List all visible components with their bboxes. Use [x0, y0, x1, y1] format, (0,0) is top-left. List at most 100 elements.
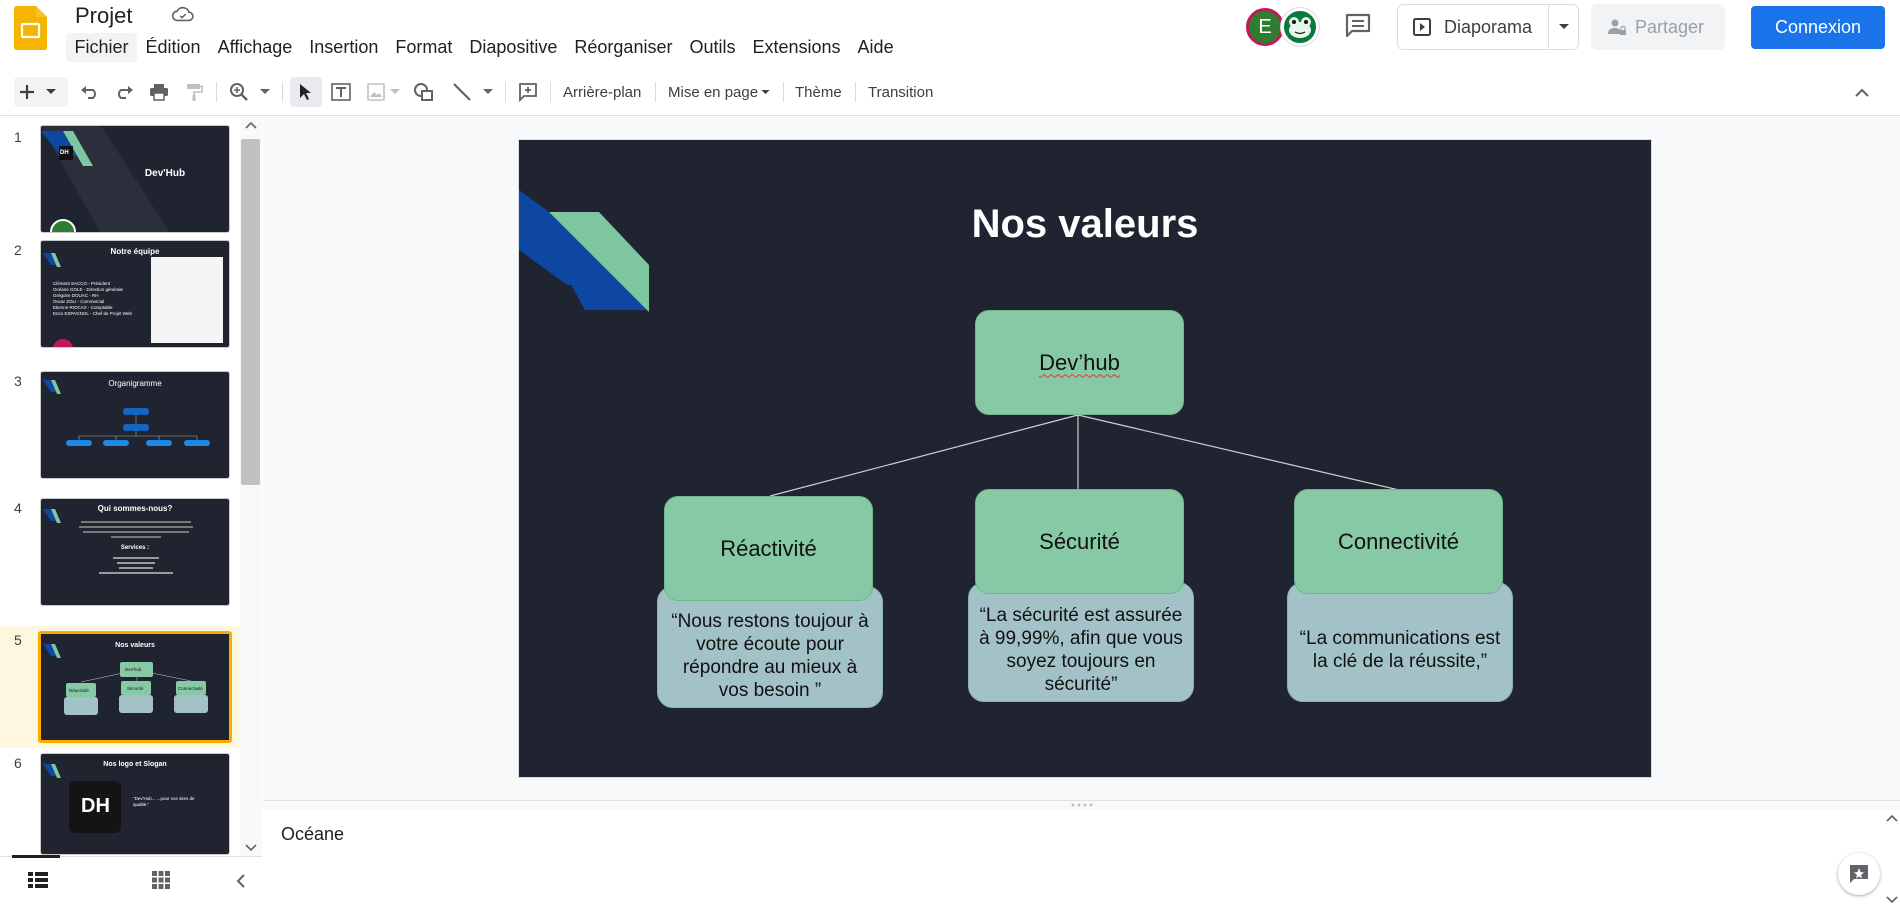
list-view-indicator — [12, 855, 60, 858]
menu-slide[interactable]: Diapositive — [461, 33, 566, 62]
list-view-icon[interactable] — [28, 872, 48, 893]
thumbnail-title: Dev'Hub — [144, 168, 186, 179]
menu-help[interactable]: Aide — [849, 33, 902, 62]
line-dropdown-icon[interactable] — [480, 77, 496, 107]
present-button-group: Diaporama — [1397, 4, 1579, 50]
slide-thumbnail-4[interactable]: 4 Qui sommes-nous? Services : — [0, 498, 240, 612]
present-button[interactable]: Diaporama — [1398, 5, 1548, 49]
thumbnail-logo: DH — [81, 795, 110, 817]
value-quote-security[interactable]: “La sécurité est assurée à 99,99%, afin … — [968, 582, 1194, 702]
chevron-down-icon — [761, 89, 770, 94]
background-button[interactable]: Arrière-plan — [557, 77, 647, 107]
scroll-down-icon — [245, 844, 257, 852]
node-label: Réactivité — [720, 535, 817, 561]
undo-icon[interactable] — [77, 77, 103, 107]
thumbnail-node: Connectivité — [178, 686, 203, 691]
toolbar: Arrière-plan Mise en page Thème Transiti… — [0, 68, 1900, 116]
filmstrip-scroll-thumb[interactable] — [241, 139, 260, 485]
person-lock-icon — [1607, 17, 1627, 37]
node-label: Dev’hub — [1039, 349, 1120, 375]
value-node-reactivity[interactable]: Réactivité — [664, 496, 873, 601]
thumbnail-preview: Organigramme — [40, 371, 230, 479]
slides-logo-icon[interactable] — [14, 6, 47, 50]
slide-thumbnail-5[interactable]: 5 Nos valeurs Dev'hub Réactivité Sécurit… — [0, 626, 240, 748]
thumbnail-node: Réactivité — [69, 688, 89, 693]
paint-format-icon[interactable] — [181, 77, 207, 107]
drag-handle-icon — [1071, 803, 1093, 807]
speaker-notes[interactable]: Océane — [263, 810, 1900, 909]
toolbar-divider — [550, 82, 551, 102]
explore-button[interactable] — [1838, 853, 1880, 895]
avatar-frog[interactable] — [1281, 8, 1319, 46]
thumbnail-node: Dev'hub — [125, 667, 142, 672]
zoom-dropdown-icon[interactable] — [256, 77, 274, 107]
transition-button[interactable]: Transition — [862, 77, 939, 107]
thumbnail-subtitle: Services : — [120, 545, 150, 551]
thumbnail-node: Sécurité — [127, 686, 144, 691]
menu-file[interactable]: Fichier — [66, 33, 138, 62]
node-label: Sécurité — [1039, 528, 1120, 554]
menu-view[interactable]: Affichage — [209, 33, 301, 62]
collapse-toolbar-icon[interactable] — [1850, 77, 1874, 107]
add-comment-icon[interactable] — [514, 77, 542, 107]
image-dropdown-icon[interactable] — [387, 77, 403, 107]
slide-title[interactable]: Nos valeurs — [519, 202, 1651, 247]
value-node-root[interactable]: Dev’hub — [975, 310, 1184, 415]
document-title[interactable]: Projet — [75, 3, 132, 29]
select-tool-icon[interactable] — [290, 77, 322, 107]
redo-icon[interactable] — [111, 77, 137, 107]
theme-button[interactable]: Thème — [789, 77, 848, 107]
menu-tools[interactable]: Outils — [681, 33, 744, 62]
value-node-connectivity[interactable]: Connectivité — [1294, 489, 1503, 594]
chevron-down-icon — [40, 89, 62, 95]
notes-resize-handle[interactable] — [263, 800, 1900, 810]
thumbnail-preview: Nos logo et Slogan DH "Dev'Hub... ...pou… — [40, 753, 230, 855]
text-box-icon[interactable] — [327, 77, 355, 107]
grid-view-icon[interactable] — [152, 871, 170, 894]
present-label: Diaporama — [1444, 16, 1533, 37]
slide-number: 5 — [14, 632, 22, 648]
speaker-notes-text[interactable]: Océane — [281, 824, 344, 845]
thumbnail-preview: Notre équipe Clément SACCO - Président O… — [40, 240, 230, 348]
filmstrip: 1 DH Dev'Hub 2 Notre équipe Clément SACC… — [0, 117, 262, 910]
image-icon[interactable] — [362, 77, 390, 107]
scroll-up-icon — [245, 121, 257, 129]
thumbnail-line: Enzo ESPAGNOL - Chef de Projet Web — [53, 311, 132, 316]
new-slide-button[interactable] — [14, 77, 68, 107]
toolbar-divider — [282, 82, 283, 102]
slide-number: 4 — [14, 500, 22, 516]
layout-button[interactable]: Mise en page — [662, 77, 776, 107]
notes-scroll-down-icon — [1886, 896, 1898, 904]
present-dropdown-button[interactable] — [1549, 5, 1578, 49]
slide-thumbnail-2b[interactable]: 2 Notre équipe Clément SACCO - Président… — [0, 240, 240, 354]
menu-insert[interactable]: Insertion — [301, 33, 387, 62]
print-icon[interactable] — [146, 77, 172, 107]
menu-arrange[interactable]: Réorganiser — [566, 33, 681, 62]
value-quote-connectivity[interactable]: “La communications est la clé de la réus… — [1287, 582, 1513, 702]
value-quote-reactivity[interactable]: “Nous restons toujour à votre écoute pou… — [657, 586, 883, 708]
menu-extensions[interactable]: Extensions — [744, 33, 849, 62]
value-node-security[interactable]: Sécurité — [975, 489, 1184, 594]
thumbnail-preview: Nos valeurs Dev'hub Réactivité Sécurité … — [38, 631, 232, 743]
shape-icon[interactable] — [410, 77, 438, 107]
slide-thumbnail-3[interactable]: 3 Organigramme — [0, 371, 240, 485]
line-icon[interactable] — [448, 77, 476, 107]
collapse-filmstrip-icon[interactable] — [236, 873, 246, 894]
cloud-saved-icon[interactable] — [171, 5, 194, 23]
layout-label: Mise en page — [668, 83, 759, 101]
menu-edit[interactable]: Édition — [137, 33, 209, 62]
share-label: Partager — [1635, 16, 1705, 37]
login-button[interactable]: Connexion — [1751, 6, 1885, 49]
avatar-user-e[interactable]: E — [1246, 8, 1284, 46]
slide-canvas[interactable]: Nos valeurs Dev’hub “Nous restons toujou… — [519, 140, 1651, 777]
thumbnail-preview: Qui sommes-nous? Services : — [40, 498, 230, 606]
zoom-icon[interactable] — [226, 77, 252, 107]
menu-format[interactable]: Format — [387, 33, 461, 62]
toolbar-divider — [216, 82, 217, 102]
comments-icon[interactable] — [1344, 12, 1372, 38]
filmstrip-footer — [0, 855, 262, 910]
share-button[interactable]: Partager — [1591, 4, 1725, 50]
thumbnail-logo: DH — [60, 150, 69, 156]
toolbar-divider — [655, 82, 656, 102]
thumbnail-title: Organigramme — [108, 379, 162, 388]
